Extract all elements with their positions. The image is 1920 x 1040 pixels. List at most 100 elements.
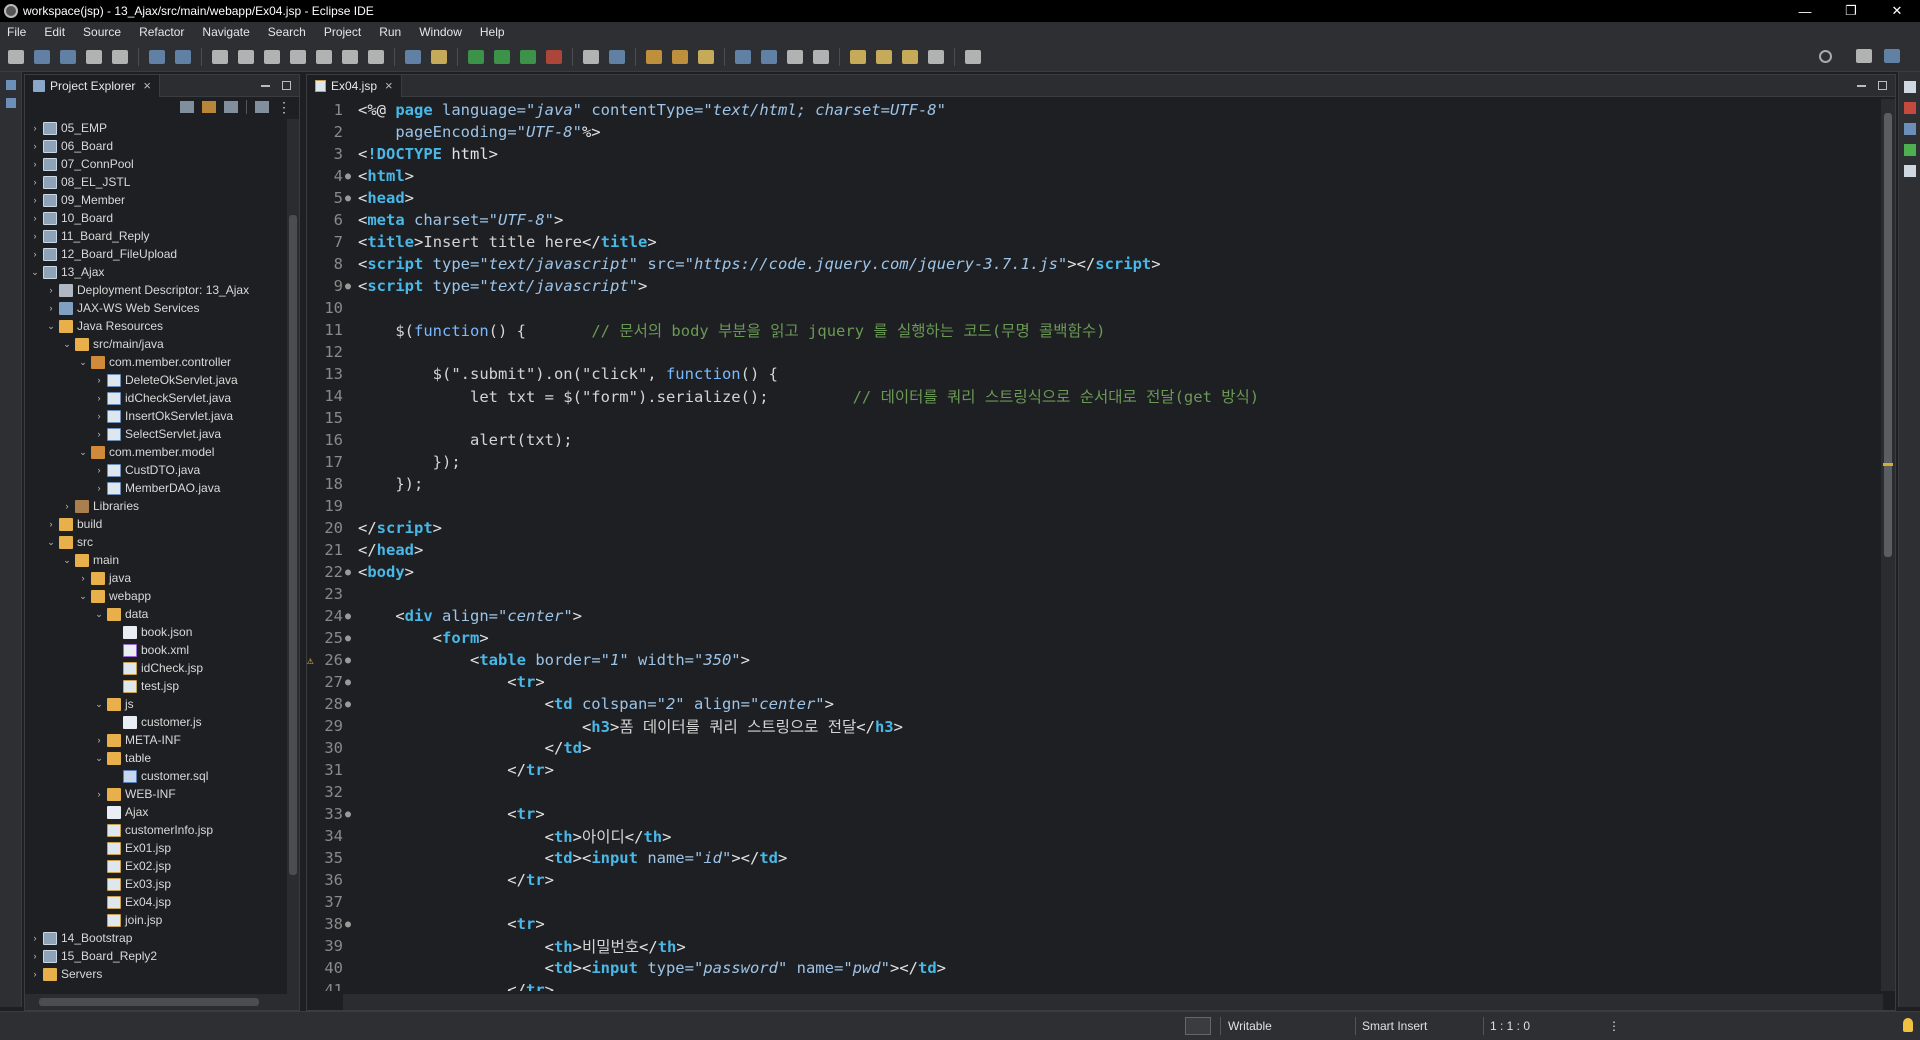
tree-item[interactable]: › build [25,515,287,533]
chevron-down-icon[interactable]: ⌄ [77,591,89,602]
tree-item[interactable]: › MemberDAO.java [25,479,287,497]
code-line[interactable]: 7 <title>Insert title here</title> [307,231,1867,253]
menu-file[interactable]: File [0,25,35,39]
chevron-right-icon[interactable]: › [29,141,41,151]
tree-item[interactable]: Ex03.jsp [25,875,287,893]
tree-item[interactable]: ⌄ com.member.controller [25,353,287,371]
save-icon[interactable] [34,49,50,64]
code-line[interactable]: 23 [307,583,1867,605]
code-line[interactable]: 3 <!DOCTYPE html> [307,143,1867,165]
problems-view-icon[interactable] [1903,102,1916,114]
minimize-view-icon[interactable] [261,85,270,87]
link-with-editor-icon[interactable] [202,101,216,113]
tree-item[interactable]: › 14_Bootstrap [25,929,287,947]
step-return-icon[interactable] [368,49,384,64]
code-line[interactable]: 18 }); [307,473,1867,495]
fold-marker-icon[interactable]: ● [343,567,353,578]
tree-item[interactable]: customer.sql [25,767,287,785]
fold-marker-icon[interactable]: ● [343,281,353,292]
chevron-right-icon[interactable]: › [29,231,41,241]
warning-icon[interactable]: ⚠ [307,654,319,667]
chevron-down-icon[interactable]: ⌄ [45,537,57,548]
tree-item[interactable]: › Deployment Descriptor: 13_Ajax [25,281,287,299]
code-line[interactable]: 19 [307,495,1867,517]
tree-item[interactable]: book.xml [25,641,287,659]
chevron-right-icon[interactable]: › [45,285,57,295]
open-type-icon[interactable] [646,49,662,64]
fold-marker-icon[interactable]: ● [343,919,353,930]
input-method-icon[interactable] [1185,1017,1211,1035]
fold-marker-icon[interactable]: ● [343,193,353,204]
code-line[interactable]: 41 </tr> [307,979,1867,991]
code-line[interactable]: 34 <th>아이디</th> [307,825,1867,847]
chevron-right-icon[interactable]: › [29,249,41,259]
menu-navigate[interactable]: Navigate [193,25,258,39]
disconnect-icon[interactable] [290,49,306,64]
chevron-down-icon[interactable]: ⌄ [29,267,41,278]
code-line[interactable]: 33 ● <tr> [307,803,1867,825]
debug-icon[interactable] [468,49,484,64]
code-area[interactable]: 1 <%@ page language="java" contentType="t… [307,99,1867,991]
coverage-icon[interactable] [520,49,536,64]
maximize-view-icon[interactable] [1878,81,1887,90]
tree-item[interactable]: › WEB-INF [25,785,287,803]
code-line[interactable]: 8 <script type="text/javascript" src="htt… [307,253,1867,275]
code-line[interactable]: 35 <td><input name="id"></td> [307,847,1867,869]
close-button[interactable]: ✕ [1874,3,1920,19]
fold-marker-icon[interactable]: ● [343,655,353,666]
run-icon[interactable] [494,49,510,64]
chevron-right-icon[interactable]: › [29,951,41,961]
tree-item[interactable]: ⌄ com.member.model [25,443,287,461]
next-annotation-icon[interactable] [813,49,829,64]
tree-item[interactable]: ⌄ webapp [25,587,287,605]
menu-search[interactable]: Search [259,25,315,39]
code-line[interactable]: 30 </td> [307,737,1867,759]
tree-item[interactable]: › 05_EMP [25,119,287,137]
code-line[interactable]: 28 ● <td colspan="2" align="center"> [307,693,1867,715]
menu-project[interactable]: Project [315,25,370,39]
back-icon[interactable] [850,49,866,64]
menu-run[interactable]: Run [370,25,410,39]
redo-icon[interactable] [112,49,128,64]
suspend-icon[interactable] [238,49,254,64]
tree-item[interactable]: › 07_ConnPool [25,155,287,173]
chevron-right-icon[interactable]: › [29,177,41,187]
code-line[interactable]: 32 [307,781,1867,803]
menu-window[interactable]: Window [410,25,471,39]
chevron-right-icon[interactable]: › [29,195,41,205]
tree-item[interactable]: › 06_Board [25,137,287,155]
tab-project-explorer[interactable]: Project Explorer × [25,74,160,97]
tree-item[interactable]: › META-INF [25,731,287,749]
restore-view-icon[interactable] [5,98,16,108]
code-line[interactable]: 29 <h3>폼 데이터를 쿼리 스트링으로 전달</h3> [307,715,1867,737]
tree-item[interactable]: Ajax [25,803,287,821]
step-over-icon[interactable] [342,49,358,64]
undo-icon[interactable] [86,49,102,64]
code-line[interactable]: 24 ● <div align="center"> [307,605,1867,627]
chevron-down-icon[interactable]: ⌄ [45,321,57,332]
tree-item[interactable]: ⌄ main [25,551,287,569]
code-line[interactable]: 27 ● <tr> [307,671,1867,693]
maximize-view-icon[interactable] [282,81,291,90]
code-line[interactable]: 31 </tr> [307,759,1867,781]
code-line[interactable]: 6 <meta charset="UTF-8"> [307,209,1867,231]
fold-marker-icon[interactable]: ● [343,677,353,688]
terminate-icon[interactable] [264,49,280,64]
pin-icon[interactable] [787,49,803,64]
code-line[interactable]: 10 [307,297,1867,319]
code-line[interactable]: 14 let txt = $("form").serialize(); // 데… [307,385,1867,407]
chevron-down-icon[interactable]: ⌄ [61,339,73,350]
tasks-view-icon[interactable] [1903,144,1916,156]
chevron-right-icon[interactable]: › [93,789,105,799]
chevron-right-icon[interactable]: › [29,159,41,169]
chevron-right-icon[interactable]: › [45,519,57,529]
minimize-button[interactable]: — [1782,4,1828,19]
tree-item[interactable]: idCheck.jsp [25,659,287,677]
tree-item[interactable]: › 08_EL_JSTL [25,173,287,191]
menu-source[interactable]: Source [74,25,130,39]
tree-item[interactable]: › 15_Board_Reply2 [25,947,287,965]
tree-item[interactable]: Ex01.jsp [25,839,287,857]
tree-item[interactable]: › JAX-WS Web Services [25,299,287,317]
tree-item[interactable]: Ex04.jsp [25,893,287,911]
tree-item[interactable]: join.jsp [25,911,287,929]
